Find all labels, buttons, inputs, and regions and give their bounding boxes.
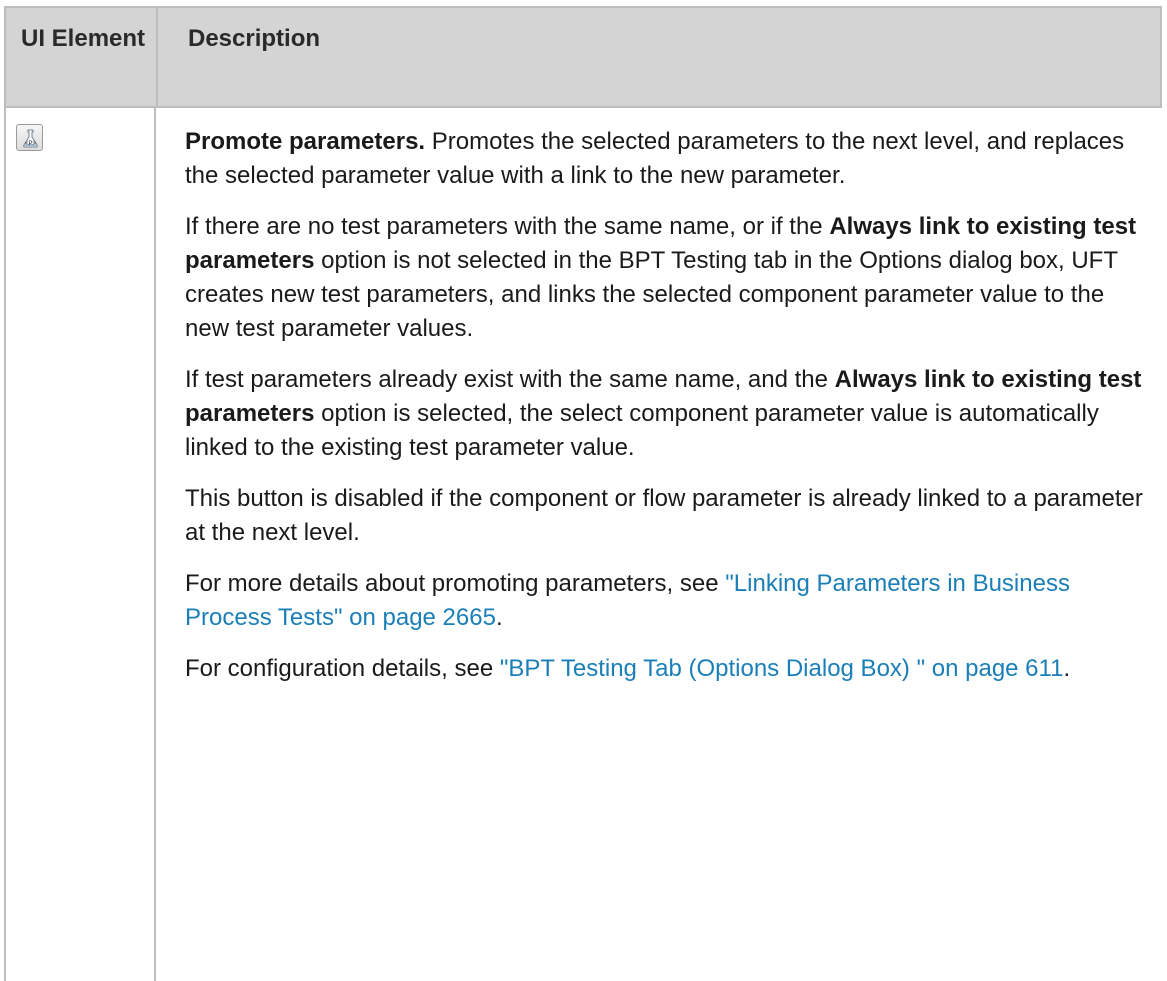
text: For configuration details, see [185,655,500,682]
table-header-row: UI Element Description [4,6,1162,108]
description-cell: Promote parameters. Promotes the selecte… [185,125,1145,703]
header-ui-element: UI Element [21,25,146,52]
header-description: Description [188,25,321,52]
text: option is not selected in the BPT Testin… [185,247,1118,342]
column-divider [156,8,158,106]
paragraph-more-details: For more details about promoting paramet… [185,567,1145,635]
svg-text:<P>: <P> [25,141,37,147]
text: For more details about promoting paramet… [185,570,726,597]
text: . [495,604,503,631]
table-left-border [4,106,6,981]
column-divider [154,106,156,981]
ui-element-table: UI Element Description <P> Promote param… [0,0,1167,981]
promote-parameters-title: Promote parameters. [185,128,426,155]
paragraph-promote: Promote parameters. Promotes the selecte… [185,125,1145,193]
text: option is selected, the select component… [185,400,1099,461]
text: If there are no test parameters with the… [185,213,830,240]
paragraph-config-details: For configuration details, see "BPT Test… [185,652,1145,686]
paragraph-existing: If test parameters already exist with th… [185,363,1145,465]
text: If test parameters already exist with th… [185,366,835,393]
bpt-testing-tab-link[interactable]: "BPT Testing Tab (Options Dialog Box) " … [500,655,1064,682]
text: . [1063,655,1071,682]
paragraph-no-existing: If there are no test parameters with the… [185,210,1145,346]
promote-parameters-icon: <P> [16,124,43,151]
paragraph-disabled: This button is disabled if the component… [185,485,1143,546]
